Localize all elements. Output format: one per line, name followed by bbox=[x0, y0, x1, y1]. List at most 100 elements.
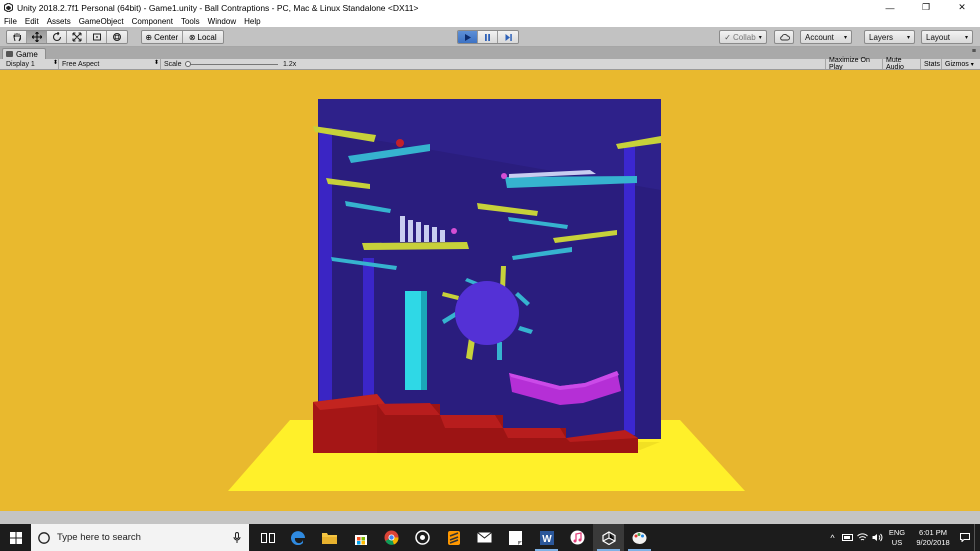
system-tray: ^ ENG US 6:01 PM 9/20/2018 bbox=[825, 524, 980, 551]
step-icon bbox=[505, 33, 512, 41]
layers-label: Layers bbox=[869, 32, 894, 42]
menu-assets[interactable]: Assets bbox=[43, 17, 75, 26]
small-ball bbox=[451, 228, 457, 234]
scale-slider-track[interactable] bbox=[186, 64, 278, 65]
search-placeholder: Type here to search bbox=[57, 532, 141, 543]
account-dropdown[interactable]: Account ▾ bbox=[800, 30, 852, 44]
pivot-center-button[interactable]: ⊕ Center bbox=[142, 31, 183, 43]
task-view-icon[interactable] bbox=[252, 524, 283, 551]
chevron-down-icon: ▾ bbox=[843, 34, 847, 41]
scale-tool-icon[interactable] bbox=[67, 31, 87, 43]
menu-window[interactable]: Window bbox=[204, 17, 240, 26]
small-ball bbox=[501, 173, 507, 179]
playback-controls bbox=[457, 30, 519, 44]
unity-logo-icon bbox=[3, 3, 13, 13]
clock-date: 9/20/2018 bbox=[916, 537, 950, 547]
move-tool-icon[interactable] bbox=[27, 31, 47, 43]
close-button[interactable]: ✕ bbox=[944, 0, 980, 15]
collab-dropdown[interactable]: ✓ Collab ▾ bbox=[719, 30, 767, 44]
transform-tools bbox=[6, 30, 128, 44]
transform-tool-icon[interactable] bbox=[107, 31, 127, 43]
menu-tools[interactable]: Tools bbox=[177, 17, 204, 26]
title-bar: Unity 2018.2.7f1 Personal (64bit) - Game… bbox=[0, 0, 980, 15]
red-ball bbox=[396, 139, 404, 147]
chevron-down-icon: ▾ bbox=[906, 34, 910, 41]
collab-label: Collab bbox=[733, 32, 756, 42]
chevron-updown-icon: ⬍ bbox=[154, 60, 160, 66]
battery-icon[interactable] bbox=[840, 524, 855, 551]
volume-icon[interactable] bbox=[870, 524, 885, 551]
windows-taskbar: Type here to search W ^ ENG US 6:01 PM 9… bbox=[0, 524, 980, 551]
menu-file[interactable]: File bbox=[0, 17, 21, 26]
tab-game[interactable]: Game bbox=[2, 48, 46, 59]
taskbar-search-box[interactable]: Type here to search bbox=[31, 524, 249, 551]
store-icon[interactable] bbox=[345, 524, 376, 551]
wifi-icon[interactable] bbox=[855, 524, 870, 551]
show-desktop-button[interactable] bbox=[974, 524, 980, 551]
unity-icon[interactable] bbox=[593, 524, 624, 551]
maximize-button[interactable]: ❐ bbox=[908, 0, 944, 15]
game-controller-icon bbox=[6, 51, 13, 57]
paint-icon[interactable] bbox=[624, 524, 655, 551]
display-dropdown[interactable]: Display 1 bbox=[6, 59, 56, 69]
rotate-tool-icon[interactable] bbox=[47, 31, 67, 43]
menu-edit[interactable]: Edit bbox=[21, 17, 43, 26]
microphone-icon bbox=[233, 532, 241, 543]
window-title: Unity 2018.2.7f1 Personal (64bit) - Game… bbox=[17, 2, 419, 13]
maximize-on-play-toggle[interactable]: Maximize On Play bbox=[825, 57, 882, 71]
play-button[interactable] bbox=[458, 31, 478, 43]
stats-toggle[interactable]: Stats bbox=[920, 59, 941, 69]
itunes-icon[interactable] bbox=[562, 524, 593, 551]
hand-tool-icon[interactable] bbox=[7, 31, 27, 43]
game-view-toolbar: Display 1 ⬍ Free Aspect ⬍ Scale 1.2x Max… bbox=[0, 57, 980, 71]
sublime-icon[interactable] bbox=[438, 524, 469, 551]
start-button[interactable] bbox=[0, 524, 31, 551]
layout-dropdown[interactable]: Layout ▾ bbox=[921, 30, 973, 44]
windows-logo-icon bbox=[9, 531, 22, 544]
pause-button[interactable] bbox=[478, 31, 498, 43]
notes-icon[interactable] bbox=[500, 524, 531, 551]
game-viewport[interactable] bbox=[0, 70, 980, 511]
pivot-label: Center bbox=[154, 32, 179, 42]
taskbar-clock[interactable]: 6:01 PM 9/20/2018 bbox=[909, 528, 957, 548]
space-local-button[interactable]: ⊗ Local bbox=[182, 31, 223, 43]
aspect-label: Free Aspect bbox=[62, 60, 100, 68]
step-button[interactable] bbox=[498, 31, 518, 43]
rect-tool-icon[interactable] bbox=[87, 31, 107, 43]
panel-menu-icon[interactable]: ≡ bbox=[972, 48, 976, 55]
scale-slider-thumb[interactable] bbox=[185, 61, 191, 67]
mail-icon[interactable] bbox=[469, 524, 500, 551]
account-label: Account bbox=[805, 32, 834, 42]
chevron-up-icon[interactable]: ^ bbox=[825, 524, 840, 551]
edge-icon[interactable] bbox=[283, 524, 314, 551]
menu-component[interactable]: Component bbox=[128, 17, 177, 26]
pivot-icon: ⊕ bbox=[145, 32, 153, 42]
word-icon[interactable]: W bbox=[531, 524, 562, 551]
wheel bbox=[455, 281, 519, 345]
menu-gameobject[interactable]: GameObject bbox=[75, 17, 128, 26]
layout-label: Layout bbox=[926, 32, 951, 42]
file-explorer-icon[interactable] bbox=[314, 524, 345, 551]
mute-audio-toggle[interactable]: Mute Audio bbox=[882, 57, 920, 71]
left-inner-pillar bbox=[363, 258, 374, 400]
search-icon bbox=[38, 531, 50, 544]
cloud-icon bbox=[779, 34, 790, 41]
language-indicator[interactable]: ENG US bbox=[885, 528, 909, 548]
chrome-icon[interactable] bbox=[376, 524, 407, 551]
svg-text:W: W bbox=[542, 534, 552, 545]
platform bbox=[362, 242, 469, 250]
clock-time: 6:01 PM bbox=[919, 527, 947, 537]
media-icon[interactable] bbox=[407, 524, 438, 551]
aspect-dropdown[interactable]: Free Aspect bbox=[62, 59, 158, 69]
cloud-button[interactable] bbox=[774, 30, 794, 44]
gizmos-dropdown[interactable]: Gizmos ▾ bbox=[941, 59, 980, 69]
notifications-icon[interactable] bbox=[957, 524, 972, 551]
menu-help[interactable]: Help bbox=[240, 17, 264, 26]
local-space-icon: ⊗ bbox=[188, 32, 196, 42]
minimize-button[interactable]: — bbox=[872, 0, 908, 15]
cyan-tube-shade bbox=[421, 291, 427, 390]
play-icon bbox=[465, 33, 471, 41]
tab-game-label: Game bbox=[16, 49, 38, 59]
chevron-down-icon: ▾ bbox=[964, 34, 968, 41]
layers-dropdown[interactable]: Layers ▾ bbox=[864, 30, 915, 44]
